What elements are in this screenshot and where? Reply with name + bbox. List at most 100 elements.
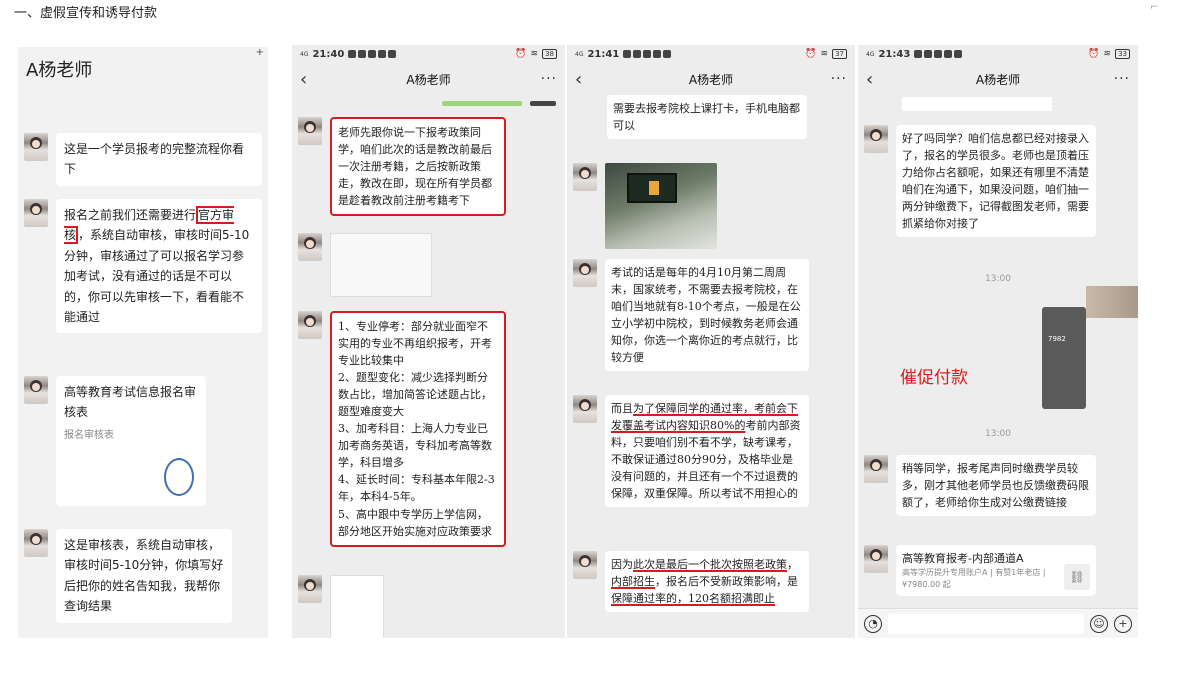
- message-4: 这是审核表，系统自动审核，审核时间5-10分钟，你填写好后把你的姓名告知我，我帮…: [24, 529, 262, 623]
- card-subtitle: 报名审核表: [64, 429, 114, 441]
- avatar: [298, 311, 322, 339]
- alarm-icon: ⏰: [805, 49, 817, 59]
- avatar: [24, 133, 48, 161]
- payment-link-card[interactable]: 高等教育报考-内部通道A 高等学历提升专用账户A | 有赞1年老店 | ¥798…: [896, 545, 1096, 597]
- status-bar: 4G 21:40 ⏰ ≋ 38: [292, 45, 565, 63]
- message-2: 报名之前我们还需要进行 官方审核 ，系统自动审核，审核时间5-10分钟，审核通过了可…: [24, 199, 262, 334]
- more-icon[interactable]: ···: [541, 71, 557, 87]
- avatar: [864, 455, 888, 483]
- message-4: 因为此次是最后一个批次按照老政策， 内部招生，报名后不受新政策影响，是保障通过率的…: [573, 551, 849, 613]
- message-2: 稍等同学，报考尾声同时缴费学员较多，刚才其他老师学员也反馈缴费码限额了，老师给你…: [864, 455, 1132, 517]
- notification-icons: [623, 50, 672, 58]
- pin-icon[interactable]: +: [256, 47, 264, 58]
- underlined-claim: 保障通过率的，120名额招满即止: [611, 592, 775, 606]
- chat-title: A杨老师: [688, 72, 734, 87]
- message-bubble: 考试的话是每年的4月10月第二周周末，国家统考，不需要去报考院校，在咱们当地就有…: [605, 259, 809, 372]
- underlined-claim: 内部招生: [611, 575, 655, 589]
- message-1: 这是一个学员报考的完整流程你看下: [24, 133, 262, 186]
- chat-title: A杨老师: [26, 60, 93, 81]
- message-bubble: 稍等同学，报考尾声同时缴费学员较多，刚才其他老师学员也反馈缴费码限额了，老师给你…: [896, 455, 1096, 517]
- message-bubble: 好了吗同学？咱们信息都已经对接录入了，报名的学员很多。老师也是顶着压力给你占名额…: [896, 125, 1096, 238]
- plus-icon[interactable]: +: [1114, 614, 1132, 633]
- status-bar: 4G 21:41 ⏰ ≋ 37: [567, 45, 855, 63]
- avatar: [24, 199, 48, 227]
- message-text: ，系统自动审核，审核时间5-10分钟，审核通过了可以报名学习参加考试，没有通过的…: [64, 228, 250, 324]
- status-time: 21:43: [878, 48, 911, 60]
- avatar: [573, 395, 597, 423]
- message-3: 1、专业停考：部分就业面窄不实用的专业不再组织报考，开考专业比较集中 2、题型变…: [298, 311, 559, 547]
- notification-icons: [348, 50, 397, 58]
- message-0: 需要去报考院校上课打卡，手机电脑都可以: [607, 95, 849, 140]
- back-chevron-icon[interactable]: ‹: [575, 69, 595, 90]
- message-bubble: 而且为了保障同学的通过率，考前会下发覆盖考试内容知识80%的考前内部资料，只要咱…: [605, 395, 809, 508]
- sent-bubble-edge: [442, 101, 522, 106]
- input-bar: ◔ ☺ +: [858, 608, 1138, 638]
- underlined-claim: 此次是最后一个批次按照老政策: [633, 558, 787, 571]
- message-text: ，: [787, 558, 798, 571]
- document-image[interactable]: [330, 575, 384, 638]
- voice-icon[interactable]: ◔: [864, 614, 882, 633]
- back-chevron-icon[interactable]: ‹: [866, 69, 886, 90]
- chat-title: A杨老师: [406, 72, 451, 87]
- message-bubble: 因为此次是最后一个批次按照老政策， 内部招生，报名后不受新政策影响，是保障通过率的…: [605, 551, 809, 613]
- screenshot-code: 7982: [1048, 335, 1066, 343]
- avatar: [864, 545, 888, 573]
- alarm-icon: ⏰: [515, 49, 527, 59]
- message-1: 好了吗同学？咱们信息都已经对接录入了，报名的学员很多。老师也是顶着压力给你占名额…: [864, 125, 1132, 238]
- chat-panel-4: 4G 21:43 ⏰ ≋ 33 ‹ A杨老师 ··· 好了吗同学？咱们信息都已经对接…: [858, 45, 1138, 638]
- status-time: 21:40: [312, 48, 345, 60]
- classroom-photo[interactable]: [605, 163, 717, 249]
- message-3: 而且为了保障同学的通过率，考前会下发覆盖考试内容知识80%的考前内部资料，只要咱…: [573, 395, 849, 508]
- message-text: 而且: [611, 402, 633, 415]
- battery-icon: 38: [542, 49, 557, 59]
- message-text: ，报名后不受新政策影响，是: [655, 575, 798, 589]
- message-1: 老师先跟你说一下报考政策同学，咱们此次的话是教改前最后一次注册考籍，之后按新政策…: [298, 117, 559, 217]
- message-input[interactable]: [888, 613, 1084, 634]
- notification-icons: [914, 50, 963, 58]
- chat-panel-2: 4G 21:40 ⏰ ≋ 38 ‹ A杨老师 ··· 老师先跟你说一下报考政策同学，…: [292, 45, 565, 638]
- link-title: 高等教育报考-内部通道A: [902, 552, 1024, 565]
- message-4: [298, 575, 559, 638]
- chat-title: A杨老师: [975, 72, 1021, 87]
- message-bubble: 这是一个学员报考的完整流程你看下: [56, 133, 262, 186]
- previous-message-edge: [902, 97, 1052, 111]
- link-subtitle: 高等学历提升专用账户A | 有赞1年老店 | ¥7980.00 起: [902, 568, 1046, 590]
- annotation-label: 催促付款: [900, 368, 968, 388]
- status-bar: 4G 21:43 ⏰ ≋ 33: [858, 45, 1138, 63]
- blurred-avatar: [1086, 286, 1138, 318]
- wifi-icon: ≋: [820, 49, 829, 59]
- corner-mark: ⌐: [1150, 2, 1159, 13]
- message-2: [298, 233, 559, 297]
- chat-panel-1: A杨老师 + 这是一个学员报考的完整流程你看下 报名之前我们还需要进行 官方审核，…: [18, 47, 268, 638]
- avatar: [24, 376, 48, 404]
- message-text: 报名之前我们还需要进行: [64, 208, 197, 222]
- alarm-icon: ⏰: [1088, 49, 1100, 59]
- sent-image-edge: [530, 101, 556, 106]
- chat-header: ‹ A杨老师 ···: [858, 63, 1138, 95]
- link-icon: ⛓: [1064, 564, 1090, 591]
- form-card[interactable]: 高等教育考试信息报名审核表 报名审核表: [56, 376, 206, 506]
- avatar: [298, 233, 322, 261]
- wifi-icon: ≋: [1103, 49, 1112, 59]
- policy-image[interactable]: [330, 233, 432, 297]
- message-2: 考试的话是每年的4月10月第二周周末，国家统考，不需要去报考院校，在咱们当地就有…: [573, 259, 849, 372]
- more-icon[interactable]: ···: [831, 71, 847, 87]
- battery-icon: 33: [1115, 49, 1130, 59]
- timestamp: 13:00: [985, 429, 1011, 439]
- chat-header: ‹ A杨老师 ···: [567, 63, 855, 95]
- message-1: [573, 163, 849, 249]
- emoji-icon[interactable]: ☺: [1090, 614, 1108, 633]
- card-title: 高等教育考试信息报名审核表: [64, 385, 197, 420]
- avatar: [573, 551, 597, 579]
- back-chevron-icon[interactable]: ‹: [300, 69, 320, 90]
- message-3: 高等教育报考-内部通道A 高等学历提升专用账户A | 有赞1年老店 | ¥798…: [864, 545, 1132, 597]
- screen-graphic: [627, 173, 677, 203]
- payment-screenshot[interactable]: 7982: [1042, 307, 1086, 409]
- more-icon[interactable]: ···: [1114, 71, 1130, 87]
- battery-icon: 37: [832, 49, 847, 59]
- chat-header: ‹ A杨老师 ···: [292, 63, 565, 95]
- avatar: [298, 117, 322, 145]
- message-bubble: 这是审核表，系统自动审核，审核时间5-10分钟，你填写好后把你的姓名告知我，我帮…: [56, 529, 232, 623]
- message-bubble: 报名之前我们还需要进行 官方审核 ，系统自动审核，审核时间5-10分钟，审核通过了可…: [56, 199, 262, 334]
- avatar: [864, 125, 888, 153]
